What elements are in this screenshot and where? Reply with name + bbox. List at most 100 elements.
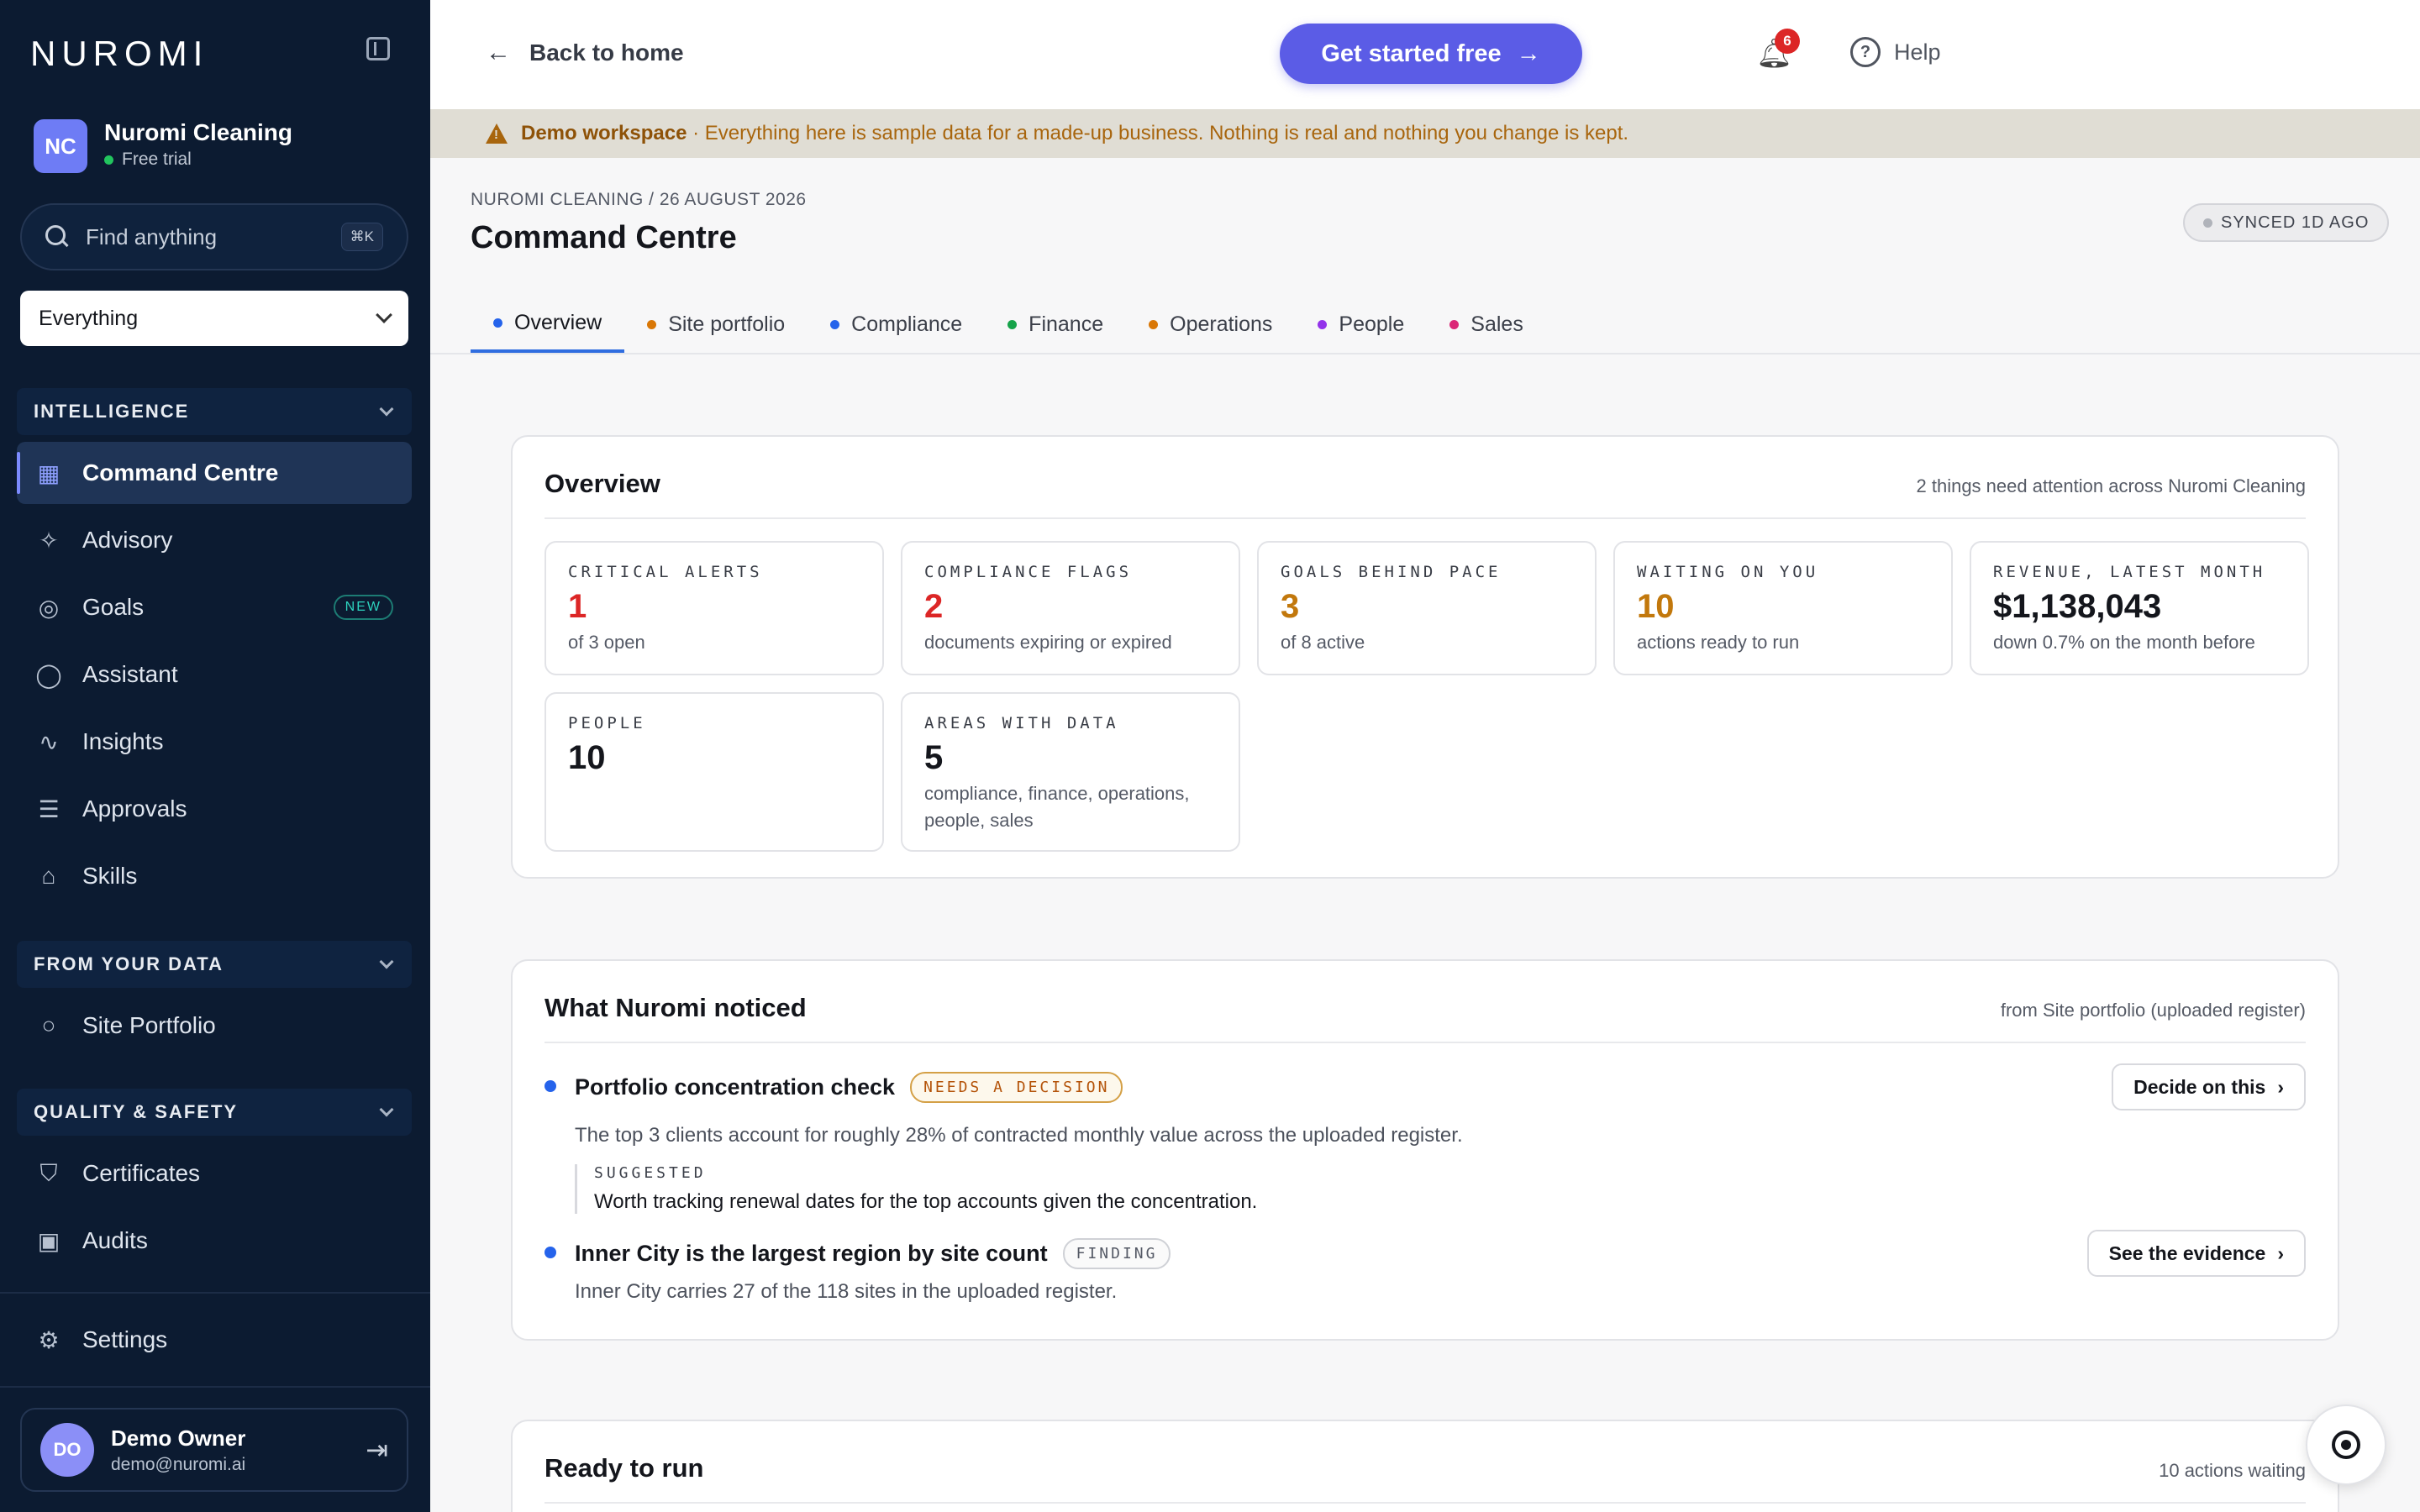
bullet-dot-icon: [544, 1247, 556, 1258]
sidebar-item-label: Certificates: [82, 1160, 201, 1186]
user-card[interactable]: DO Demo Owner demo@nuromi.ai ⇥: [20, 1408, 408, 1492]
checklist-icon: ☰: [38, 795, 60, 822]
overview-meta: 2 things need attention across Nuromi Cl…: [1916, 475, 2307, 496]
tab-bar: Overview Site portfolio Compliance Finan…: [471, 296, 1546, 354]
suggestion-text: Worth tracking renewal dates for the top…: [594, 1190, 1258, 1213]
sidebar-item-label: Advisory: [82, 527, 173, 553]
sidebar-divider: [0, 1386, 430, 1388]
scope-select[interactable]: Everything: [20, 291, 408, 346]
collapse-sidebar-icon[interactable]: [366, 37, 390, 60]
stat-goals-behind-pace[interactable]: GOALS BEHIND PACE 3 of 8 active: [1257, 541, 1597, 675]
sidebar-item-certificates[interactable]: ⛉ Certificates: [17, 1142, 412, 1205]
stat-sub: actions ready to run: [1637, 632, 1800, 653]
section-from-your-data[interactable]: FROM YOUR DATA: [17, 941, 412, 988]
tab-label: Finance: [1028, 312, 1104, 336]
tab-sales[interactable]: Sales: [1427, 296, 1546, 353]
tab-dot-icon: [493, 318, 502, 328]
tab-compliance[interactable]: Compliance: [808, 296, 985, 353]
sidebar-item-insights[interactable]: ∿ Insights: [17, 711, 412, 773]
sidebar-item-assistant[interactable]: ◯ Assistant: [17, 643, 412, 706]
sidebar-item-label: Command Centre: [82, 459, 279, 486]
stat-people[interactable]: PEOPLE 10: [544, 692, 884, 852]
notice-title-text: Portfolio concentration check: [575, 1074, 896, 1100]
card-divider: [544, 1502, 2306, 1504]
tab-finance[interactable]: Finance: [985, 296, 1126, 353]
sidebar-item-approvals[interactable]: ☰ Approvals: [17, 778, 412, 840]
tab-label: Site portfolio: [668, 312, 786, 336]
suggestion-label: SUGGESTED: [594, 1164, 707, 1182]
sidebar-item-advisory[interactable]: ✧ Advisory: [17, 509, 412, 571]
stat-critical-alerts[interactable]: CRITICAL ALERTS 1 of 3 open: [544, 541, 884, 675]
nuromi-logo[interactable]: NUROMI: [30, 34, 208, 74]
search-shortcut: ⌘K: [340, 223, 383, 251]
tab-label: Sales: [1470, 312, 1523, 336]
synced-status-badge: SYNCED 1D AGO: [2183, 203, 2390, 242]
stat-areas-with-data[interactable]: AREAS WITH DATA 5 compliance, finance, o…: [901, 692, 1240, 852]
stat-value: $1,138,043: [1993, 588, 2162, 625]
sidebar-item-label: Insights: [82, 728, 164, 754]
decide-on-this-button[interactable]: Decide on this ›: [2112, 1063, 2306, 1110]
overview-card: Overview 2 things need attention across …: [511, 435, 2339, 879]
workspace-avatar[interactable]: NC: [34, 119, 87, 173]
pulse-icon: ∿: [39, 728, 59, 755]
sidebar-item-audits[interactable]: ▣ Audits: [17, 1210, 412, 1272]
help-label: Help: [1894, 39, 1941, 65]
page-title: Command Centre: [471, 220, 737, 255]
sparkles-icon: ✧: [39, 527, 59, 554]
notice-description: Inner City carries 27 of the 118 sites i…: [575, 1280, 1118, 1303]
button-label: See the evidence: [2108, 1242, 2266, 1264]
stat-revenue-latest-month[interactable]: REVENUE, LATEST MONTH $1,138,043 down 0.…: [1970, 541, 2309, 675]
suggestion-block: SUGGESTED Worth tracking renewal dates f…: [575, 1164, 1257, 1214]
tab-dot-icon: [830, 319, 840, 329]
help-button[interactable]: ? Help: [1850, 37, 1941, 67]
workspace-plan: Free trial: [104, 150, 192, 170]
ready-title: Ready to run: [544, 1453, 704, 1483]
sidebar-item-goals[interactable]: ◎ Goals NEW: [17, 576, 412, 638]
back-to-home-link[interactable]: ← Back to home: [486, 39, 684, 67]
notice-title: Portfolio concentration check NEEDS A DE…: [575, 1072, 1123, 1103]
banner-label: Demo workspace: [521, 122, 687, 144]
sidebar-item-command-centre[interactable]: ▦ Command Centre: [17, 442, 412, 504]
warning-icon: [486, 123, 508, 144]
noticed-meta: from Site portfolio (uploaded register): [2000, 1000, 2306, 1021]
stat-waiting-on-you[interactable]: WAITING ON YOU 10 actions ready to run: [1613, 541, 1953, 675]
stat-sub: compliance, finance, operations, people,…: [924, 783, 1190, 831]
assistant-fab-button[interactable]: [2306, 1404, 2386, 1485]
sidebar-item-label: Assistant: [82, 661, 178, 687]
sidebar-item-label: Audits: [82, 1227, 148, 1253]
stat-value: 5: [924, 739, 944, 776]
chevron-down-icon: [379, 954, 394, 969]
gear-icon: ⚙: [38, 1326, 60, 1353]
page-header: NUROMI CLEANING / 26 AUGUST 2026 Command…: [430, 158, 2420, 354]
tab-dot-icon: [1449, 319, 1460, 329]
tab-people[interactable]: People: [1295, 296, 1427, 353]
tab-site-portfolio[interactable]: Site portfolio: [624, 296, 808, 353]
tab-overview[interactable]: Overview: [471, 296, 625, 353]
noticed-card: What Nuromi noticed from Site portfolio …: [511, 959, 2339, 1341]
chevron-right-icon: ›: [2277, 1242, 2284, 1264]
noticed-title: What Nuromi noticed: [544, 993, 807, 1022]
get-started-button[interactable]: Get started free →: [1280, 24, 1582, 84]
finding-badge: FINDING: [1062, 1238, 1171, 1269]
section-quality-safety[interactable]: QUALITY & SAFETY: [17, 1089, 412, 1136]
search-icon: [45, 225, 69, 249]
logout-icon[interactable]: ⇥: [366, 1434, 388, 1466]
grid-icon: ▦: [37, 459, 60, 486]
sidebar-item-site-portfolio[interactable]: ○ Site Portfolio: [17, 995, 412, 1057]
tab-dot-icon: [647, 319, 657, 329]
stat-compliance-flags[interactable]: COMPLIANCE FLAGS 2 documents expiring or…: [901, 541, 1240, 675]
section-intelligence[interactable]: INTELLIGENCE: [17, 388, 412, 435]
search-input[interactable]: Find anything ⌘K: [20, 203, 408, 270]
notice-item: Portfolio concentration check NEEDS A DE…: [544, 1063, 2306, 1215]
tab-dot-icon: [1149, 319, 1159, 329]
sidebar-item-skills[interactable]: ⌂ Skills: [17, 845, 412, 907]
see-the-evidence-button[interactable]: See the evidence ›: [2086, 1230, 2306, 1277]
stat-sub: documents expiring or expired: [924, 632, 1172, 653]
sidebar-item-label: Site Portfolio: [82, 1012, 216, 1038]
workspace-name[interactable]: Nuromi Cleaning: [104, 119, 292, 146]
clipboard-check-icon: ▣: [37, 1227, 60, 1254]
tab-operations[interactable]: Operations: [1126, 296, 1295, 353]
breadcrumb: NUROMI CLEANING / 26 AUGUST 2026: [471, 190, 807, 209]
sidebar-item-settings[interactable]: ⚙ Settings: [17, 1309, 412, 1371]
get-started-label: Get started free: [1321, 39, 1502, 67]
